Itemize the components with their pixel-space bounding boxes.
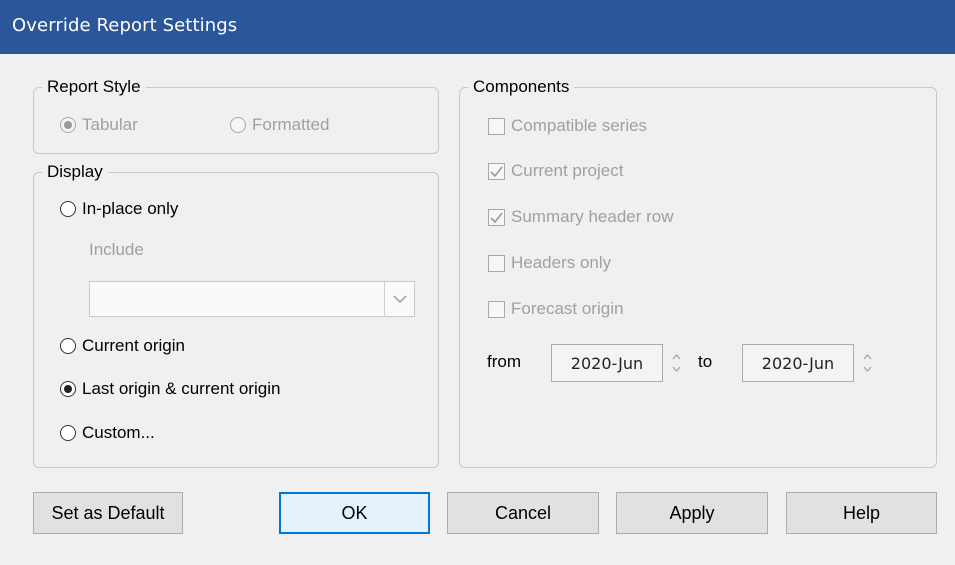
checkbox-forecast-origin-label: Forecast origin <box>511 299 624 318</box>
spin-down-icon[interactable] <box>863 366 872 372</box>
checkbox-indicator <box>488 254 505 272</box>
radio-formatted-label: Formatted <box>252 115 330 134</box>
to-date-spin-buttons[interactable] <box>854 344 880 382</box>
apply-button[interactable]: Apply <box>616 492 768 534</box>
checkbox-compatible-series-label: Compatible series <box>511 116 648 135</box>
radio-indicator <box>60 425 76 441</box>
cancel-button[interactable]: Cancel <box>447 492 599 534</box>
checkbox-headers-only-label: Headers only <box>511 253 612 272</box>
from-date-value[interactable]: 2020-Jun <box>551 344 663 382</box>
radio-custom-label: Custom... <box>82 423 155 442</box>
spin-up-icon[interactable] <box>672 354 681 360</box>
radio-tabular-label: Tabular <box>82 115 138 134</box>
set-as-default-button[interactable]: Set as Default <box>33 492 183 534</box>
spin-down-icon[interactable] <box>672 366 681 372</box>
checkbox-headers-only[interactable]: Headers only <box>488 253 611 273</box>
include-label: Include <box>89 240 144 259</box>
checkbox-indicator <box>488 300 505 318</box>
to-date-value[interactable]: 2020-Jun <box>742 344 854 382</box>
include-dropdown[interactable] <box>89 281 415 317</box>
checkbox-indicator <box>488 208 505 226</box>
radio-in-place-only[interactable]: In-place only <box>60 199 178 219</box>
components-group: Components <box>459 78 937 468</box>
radio-current-origin-label: Current origin <box>82 336 185 355</box>
radio-indicator <box>60 117 76 133</box>
radio-last-and-current-origin-label: Last origin & current origin <box>82 379 281 398</box>
chevron-down-icon[interactable] <box>384 282 414 316</box>
radio-indicator <box>60 201 76 217</box>
to-date-spinbox[interactable]: 2020-Jun <box>742 344 880 382</box>
help-button[interactable]: Help <box>786 492 937 534</box>
checkbox-indicator <box>488 117 505 135</box>
radio-indicator <box>60 338 76 354</box>
to-label: to <box>698 352 713 371</box>
checkbox-compatible-series[interactable]: Compatible series <box>488 116 647 136</box>
from-label: from <box>487 352 521 371</box>
checkbox-summary-header-row-label: Summary header row <box>511 207 674 226</box>
radio-last-and-current-origin[interactable]: Last origin & current origin <box>60 379 280 399</box>
title-bar: Override Report Settings <box>0 0 955 54</box>
checkbox-forecast-origin[interactable]: Forecast origin <box>488 299 623 319</box>
from-date-spinbox[interactable]: 2020-Jun <box>551 344 689 382</box>
radio-in-place-only-label: In-place only <box>82 199 179 218</box>
checkbox-summary-header-row[interactable]: Summary header row <box>488 207 674 227</box>
components-legend: Components <box>473 77 570 96</box>
from-date-spin-buttons[interactable] <box>663 344 689 382</box>
display-legend: Display <box>47 162 103 181</box>
report-style-legend: Report Style <box>47 77 141 96</box>
radio-current-origin[interactable]: Current origin <box>60 336 185 356</box>
radio-indicator <box>230 117 246 133</box>
checkbox-current-project-label: Current project <box>511 161 624 180</box>
radio-tabular[interactable]: Tabular <box>60 115 138 135</box>
checkbox-current-project[interactable]: Current project <box>488 161 623 181</box>
checkbox-indicator <box>488 162 505 180</box>
radio-formatted[interactable]: Formatted <box>230 115 329 135</box>
window-title: Override Report Settings <box>12 15 238 36</box>
ok-button[interactable]: OK <box>279 492 430 534</box>
spin-up-icon[interactable] <box>863 354 872 360</box>
radio-custom[interactable]: Custom... <box>60 423 155 443</box>
radio-indicator <box>60 381 76 397</box>
